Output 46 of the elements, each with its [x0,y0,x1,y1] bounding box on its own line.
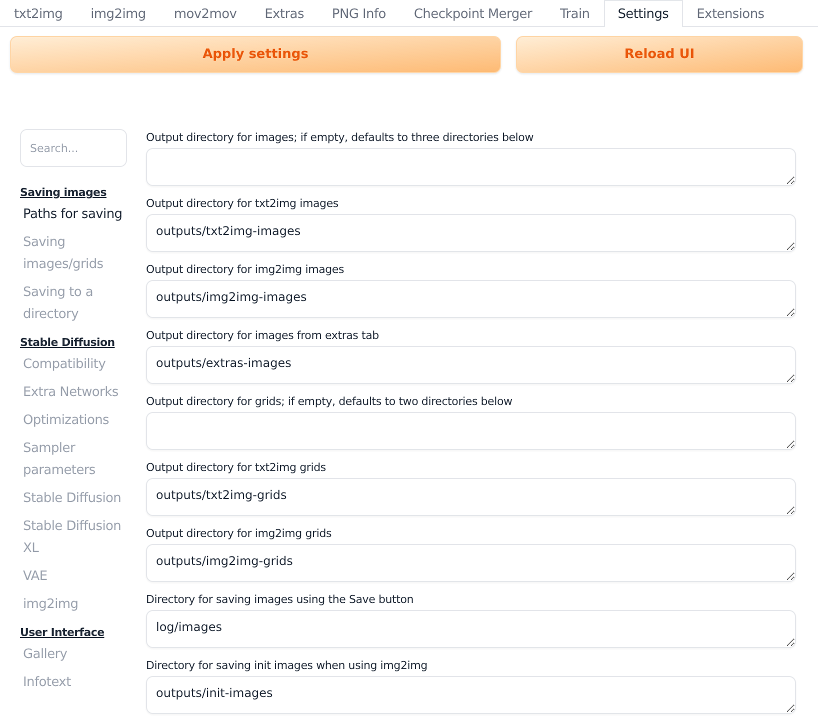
sidebar-item[interactable]: Saving to a directory [20,282,127,326]
field-label: Directory for saving images using the Save button [146,593,415,607]
tab[interactable]: Settings [604,0,683,27]
tab[interactable]: Extensions [682,0,778,27]
tab[interactable]: mov2mov [160,0,251,27]
sidebar-item[interactable]: Sampler parameters [20,438,127,482]
section-heading[interactable]: User Interface [20,626,127,639]
field-label: Output directory for images from extras tab [146,329,380,343]
section-heading[interactable]: Saving images [20,186,127,199]
input-field[interactable]: log/images [146,610,796,648]
sidebar-item[interactable]: Optimizations [20,410,127,432]
field-label: Output directory for images; if empty, defaults to three directories below [146,131,534,145]
search-field[interactable]: Search... [20,129,127,167]
tab[interactable]: img2img [76,0,160,27]
tab[interactable]: PNG Info [318,0,400,27]
reload-ui-button[interactable]: Reload UI [516,36,803,73]
input-field[interactable] [146,412,796,450]
input-field[interactable]: outputs/txt2img-grids [146,478,796,516]
field-label: Output directory for grids; if empty, defaults to two directories below [146,395,514,409]
sidebar-item[interactable]: Compatibility [20,354,127,376]
input-field[interactable] [146,148,796,186]
sidebar-item[interactable]: VAE [20,566,127,588]
field-label: Output directory for txt2img grids [146,461,327,475]
input-field[interactable]: outputs/extras-images [146,346,796,384]
sidebar-item[interactable]: Extra Networks [20,382,127,404]
field-label: Directory for saving init images when using img2img [146,659,428,673]
section-heading[interactable]: Stable Diffusion [20,336,127,349]
tab[interactable]: Checkpoint Merger [400,0,546,27]
input-field[interactable]: outputs/init-images [146,676,796,714]
sidebar-item[interactable]: Infotext [20,672,127,694]
sidebar-item[interactable]: img2img [20,594,127,616]
field-label: Output directory for img2img grids [146,527,333,541]
tab[interactable]: Train [546,0,604,27]
tab[interactable]: Extras [250,0,318,27]
input-field[interactable]: outputs/img2img-grids [146,544,796,582]
input-field[interactable]: outputs/img2img-images [146,280,796,318]
field-label: Output directory for txt2img images [146,197,340,211]
apply-settings-button[interactable]: Apply settings [10,36,501,73]
field-label: Output directory for img2img images [146,263,346,277]
sidebar-item[interactable]: Stable Diffusion [20,488,127,510]
sidebar-item[interactable]: Saving images/grids [20,232,127,276]
sidebar-item[interactable]: Gallery [20,644,127,666]
tab[interactable]: txt2img [0,0,77,27]
sidebar-item[interactable]: Paths for saving [20,204,127,226]
input-field[interactable]: outputs/txt2img-images [146,214,796,252]
sidebar-item[interactable]: Stable Diffusion XL [20,516,127,560]
